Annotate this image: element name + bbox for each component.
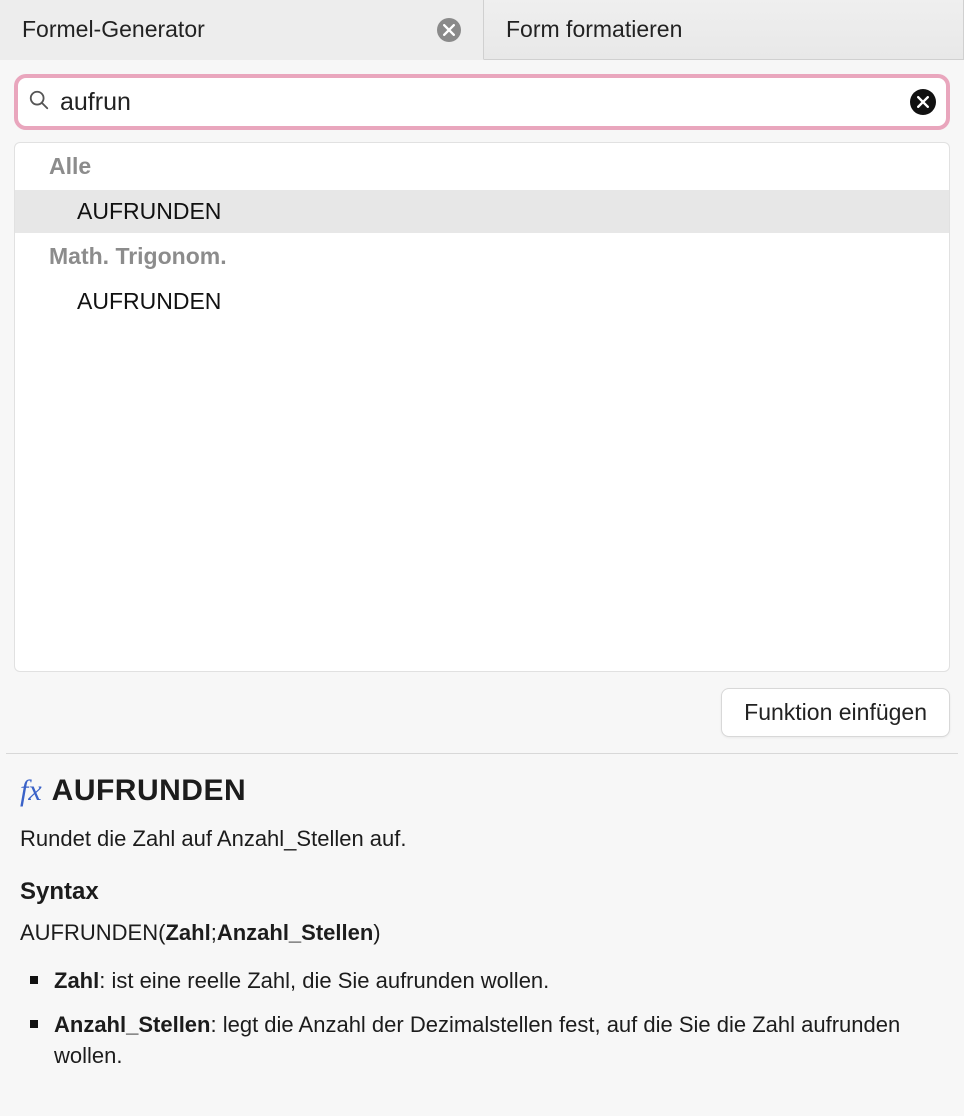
help-section: fx AUFRUNDEN Rundet die Zahl auf Anzahl_… [14,774,950,1116]
close-icon[interactable] [437,18,461,42]
search-icon [28,89,50,116]
results-category-all: Alle [15,143,949,190]
tab-formula-generator[interactable]: Formel-Generator [0,0,484,60]
syntax-arg: Anzahl_Stellen [217,920,373,945]
formula-panel: Alle AUFRUNDEN Math. Trigonom. AUFRUNDEN… [0,60,964,1116]
syntax-fn: AUFRUNDEN [20,920,158,945]
tab-label: Formel-Generator [22,16,205,43]
tab-format-shape[interactable]: Form formatieren [484,0,964,59]
arguments-list: Zahl: ist eine reelle Zahl, die Sie aufr… [20,966,944,1072]
syntax-heading: Syntax [20,878,944,906]
tab-label: Form formatieren [506,16,682,43]
result-item[interactable]: AUFRUNDEN [15,280,949,323]
syntax-line: AUFRUNDEN(Zahl;Anzahl_Stellen) [20,920,944,946]
argument-item: Anzahl_Stellen: legt die Anzahl der Dezi… [30,1010,944,1072]
insert-function-button[interactable]: Funktion einfügen [721,688,950,737]
function-title: fx AUFRUNDEN [20,774,944,808]
results-list: Alle AUFRUNDEN Math. Trigonom. AUFRUNDEN [14,142,950,672]
bullet-icon [30,1020,38,1028]
results-category-math: Math. Trigonom. [15,233,949,280]
argument-name: Zahl [54,968,99,993]
button-row: Funktion einfügen [14,672,950,753]
function-description: Rundet die Zahl auf Anzahl_Stellen auf. [20,826,944,852]
function-name: AUFRUNDEN [52,774,247,808]
argument-item: Zahl: ist eine reelle Zahl, die Sie aufr… [30,966,944,997]
divider [6,753,958,754]
argument-desc: : ist eine reelle Zahl, die Sie aufrunde… [99,968,549,993]
search-field-wrap [14,74,950,130]
argument-name: Anzahl_Stellen [54,1012,210,1037]
result-item[interactable]: AUFRUNDEN [15,190,949,233]
tab-bar: Formel-Generator Form formatieren [0,0,964,60]
syntax-arg: Zahl [165,920,210,945]
bullet-icon [30,976,38,984]
search-input[interactable] [60,88,910,117]
fx-icon: fx [20,774,42,808]
clear-search-icon[interactable] [910,89,936,115]
